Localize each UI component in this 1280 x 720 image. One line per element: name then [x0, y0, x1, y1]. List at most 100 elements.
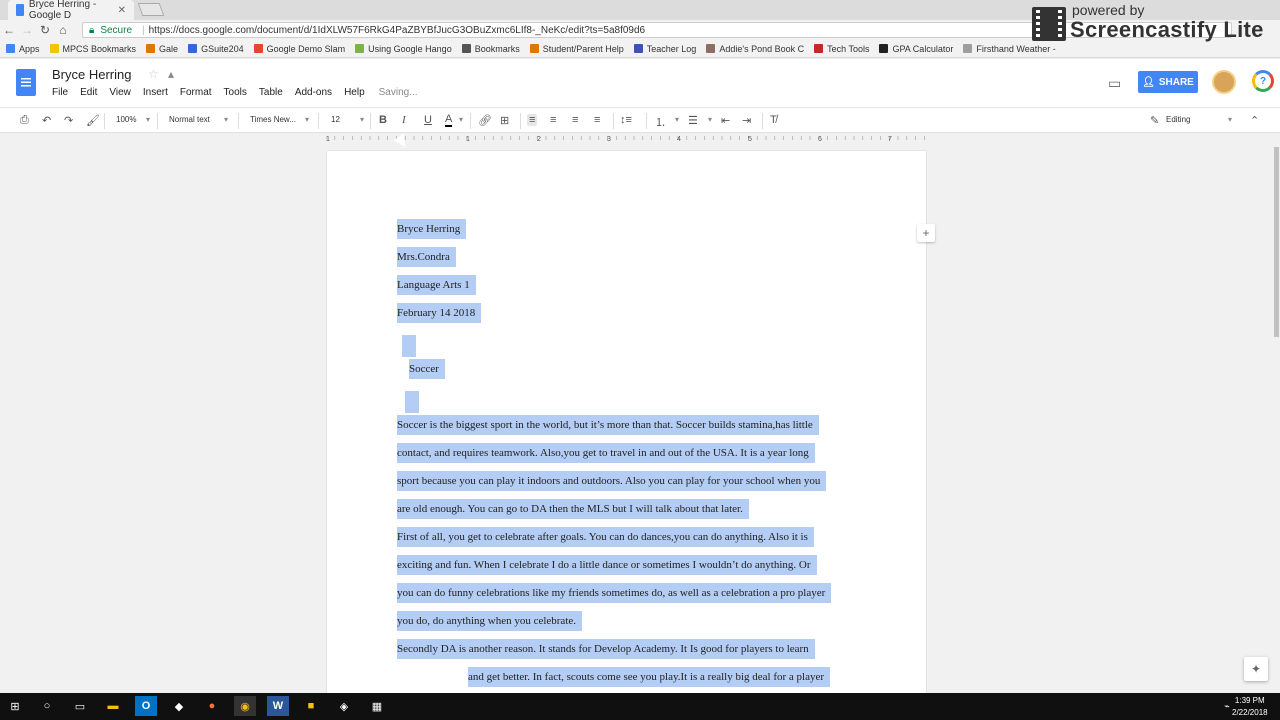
firefox-icon[interactable]: ●	[201, 696, 223, 716]
insert-comment-icon[interactable]: ⊞	[500, 114, 509, 127]
line-spacing-icon[interactable]: ↕≡	[620, 114, 632, 126]
bookmark-item[interactable]: Tech Tools	[814, 44, 869, 54]
menu-edit[interactable]: Edit	[80, 87, 97, 98]
document-line[interactable]: and get better. In fact, scouts come see…	[468, 667, 831, 687]
comments-icon[interactable]: ▭	[1108, 75, 1121, 92]
clear-formatting-icon[interactable]: T̸	[770, 114, 777, 126]
document-line[interactable]: First of all, you get to celebrate after…	[397, 527, 814, 547]
paint-format-icon[interactable]: 🖌︎	[86, 114, 100, 127]
document-line[interactable]: you can do funny celebrations like my fr…	[397, 583, 832, 603]
document-line[interactable]: contact, and requires teamwork. Also,you…	[397, 443, 815, 463]
undo-icon[interactable]: ↶	[42, 114, 51, 127]
document-line[interactable]: Secondly DA is another reason. It stands…	[397, 639, 815, 659]
ruler[interactable]: 1 1 2 3 4 5 6 7	[325, 133, 926, 143]
google-account-icon[interactable]: ?	[1252, 70, 1274, 92]
bookmark-item[interactable]: Using Google Hango	[355, 44, 452, 54]
bookmark-item[interactable]: Firsthand Weather -	[963, 44, 1056, 54]
justify-icon[interactable]: ≡	[594, 114, 600, 126]
explore-icon[interactable]: ✦	[1244, 657, 1268, 681]
bookmark-item[interactable]: Apps	[6, 44, 40, 54]
font-size-select[interactable]: 12	[331, 115, 340, 124]
bookmark-item[interactable]: GPA Calculator	[879, 44, 953, 54]
close-tab-icon[interactable]: ✕	[118, 5, 126, 16]
share-button[interactable]: 👤︎ SHARE	[1138, 71, 1198, 93]
system-clock[interactable]: 1:39 PM 2/22/2018	[1232, 695, 1268, 719]
align-right-icon[interactable]: ≡	[572, 114, 578, 126]
film-icon[interactable]: ▦	[366, 696, 388, 716]
browser-tab[interactable]: Bryce Herring - Google D ✕	[8, 0, 134, 21]
bookmark-item[interactable]: GSuite204	[188, 44, 244, 54]
underline-icon[interactable]: U	[424, 114, 432, 126]
font-select[interactable]: Times New...	[250, 115, 296, 124]
bulleted-list-icon[interactable]: ☰	[688, 114, 698, 127]
bookmark-item[interactable]: Teacher Log	[633, 44, 696, 54]
text-color-icon[interactable]: A	[445, 114, 453, 127]
move-to-folder-icon[interactable]: ▴	[168, 67, 174, 81]
collapse-menus-icon[interactable]: ⌃	[1250, 114, 1259, 127]
menu-addons[interactable]: Add-ons	[295, 87, 332, 98]
sticky-notes-icon[interactable]: ■	[300, 696, 322, 716]
chrome-icon[interactable]: ◉	[234, 696, 256, 716]
outlook-icon[interactable]: O	[135, 696, 157, 716]
bookmark-item[interactable]: MPCS Bookmarks	[49, 44, 136, 54]
document-line[interactable]: are old enough. You can go to DA then th…	[397, 499, 749, 519]
bold-icon[interactable]: B	[379, 114, 387, 126]
redo-icon[interactable]: ↷	[64, 114, 73, 127]
menu-file[interactable]: File	[52, 87, 68, 98]
decrease-indent-icon[interactable]: ⇤	[721, 114, 730, 127]
bookmark-item[interactable]: Bookmarks	[461, 44, 520, 54]
document-page[interactable]: Bryce Herring Mrs.Condra Language Arts 1 Fe…	[327, 151, 926, 693]
reload-icon[interactable]: ↻	[36, 23, 54, 37]
document-line[interactable]: Soccer is the biggest sport in the world…	[397, 415, 819, 435]
add-comment-icon[interactable]: +	[917, 224, 935, 242]
bookmark-item[interactable]: Google Demo Slam	[253, 44, 345, 54]
align-center-icon[interactable]: ≡	[550, 114, 556, 126]
document-line[interactable]: Bryce Herring	[397, 219, 467, 239]
menu-format[interactable]: Format	[180, 87, 212, 98]
bookmark-item[interactable]: Student/Parent Help	[529, 44, 624, 54]
search-icon[interactable]: ○	[36, 696, 58, 716]
increase-indent-icon[interactable]: ⇥	[742, 114, 751, 127]
star-icon[interactable]: ☆	[148, 67, 159, 81]
task-view-icon[interactable]: ▭	[69, 696, 91, 716]
word-icon[interactable]: W	[267, 696, 289, 716]
zoom-select[interactable]: 100%	[116, 115, 136, 124]
bookmark-icon	[146, 44, 156, 53]
numbered-list-icon[interactable]: ⒈	[655, 114, 666, 130]
menu-help[interactable]: Help	[344, 87, 365, 98]
align-left-icon[interactable]: ≡	[527, 114, 538, 126]
google-docs-icon[interactable]	[16, 69, 36, 96]
app-icon[interactable]: ◈	[333, 696, 355, 716]
style-select[interactable]: Normal text	[169, 115, 210, 124]
windows-taskbar: ⊞ ○ ▭ ▬ O ◆ ● ◉ W ■ ◈ ▦ ⌁ 1:39 PM 2/22/2…	[0, 693, 1280, 720]
scrollbar-thumb[interactable]	[1274, 147, 1279, 337]
document-title[interactable]: Bryce Herring	[52, 67, 131, 82]
bookmark-item[interactable]: Addie's Pond Book C	[706, 44, 804, 54]
italic-icon[interactable]: I	[402, 114, 406, 126]
document-line[interactable]: sport because you can play it indoors an…	[397, 471, 827, 491]
editing-mode-select[interactable]: Editing	[1166, 115, 1190, 124]
new-tab-button[interactable]	[137, 3, 165, 16]
document-line[interactable]: Soccer	[409, 359, 445, 379]
forward-arrow-icon[interactable]: →	[18, 23, 36, 37]
document-line[interactable]: you do, do anything when you celebrate.	[397, 611, 583, 631]
print-icon[interactable]: ⎙	[20, 114, 29, 127]
menu-insert[interactable]: Insert	[143, 87, 168, 98]
file-explorer-icon[interactable]: ▬	[102, 696, 124, 716]
bookmark-item[interactable]: Gale	[146, 44, 178, 54]
document-line[interactable]: Mrs.Condra	[397, 247, 456, 267]
menu-view[interactable]: View	[109, 87, 131, 98]
insert-link-icon[interactable]: 🔗︎	[478, 114, 492, 127]
windows-start-icon[interactable]: ⊞	[4, 696, 26, 716]
menu-table[interactable]: Table	[259, 87, 283, 98]
home-icon[interactable]: ⌂	[54, 23, 72, 37]
back-arrow-icon[interactable]: ←	[0, 23, 18, 37]
menu-tools[interactable]: Tools	[224, 87, 247, 98]
document-line[interactable]	[397, 335, 416, 360]
document-line[interactable]: Language Arts 1	[397, 275, 476, 295]
document-line[interactable]: February 14 2018	[397, 303, 482, 323]
document-line[interactable]: exciting and fun. When I celebrate I do …	[397, 555, 817, 575]
avatar[interactable]	[1212, 70, 1236, 94]
document-line[interactable]	[397, 391, 419, 416]
app-icon[interactable]: ◆	[168, 696, 190, 716]
